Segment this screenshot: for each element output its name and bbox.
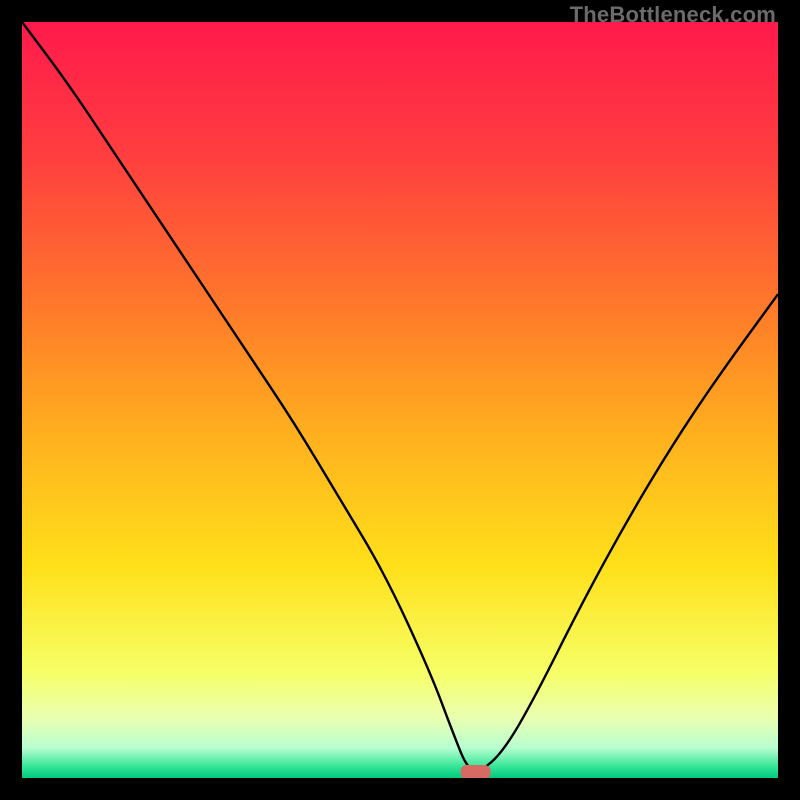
- gradient-background: [22, 22, 778, 778]
- chart-frame: [22, 22, 778, 778]
- optimal-marker: [461, 765, 491, 778]
- bottleneck-chart: [22, 22, 778, 778]
